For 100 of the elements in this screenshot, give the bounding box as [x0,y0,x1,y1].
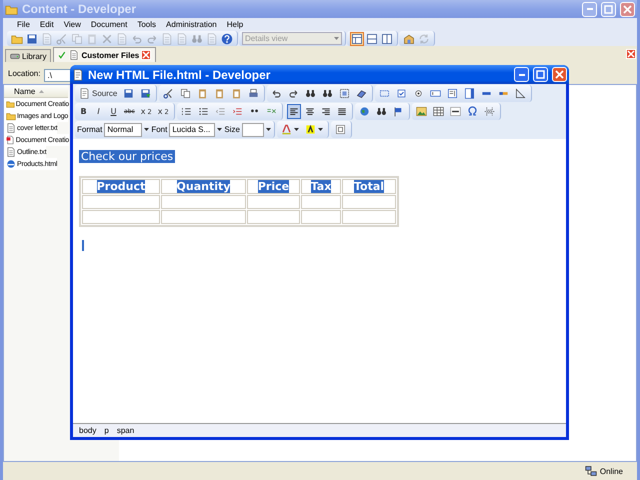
copy-icon[interactable] [180,88,192,99]
minimize-button[interactable] [514,67,529,82]
text-style-button[interactable]: B [77,104,90,119]
close-icon [623,4,632,14]
column-header: Quantity [176,180,230,193]
anchor-icon[interactable] [392,106,404,117]
status-text: Online [600,466,623,476]
minimize-icon [518,74,524,76]
eraser-icon[interactable] [356,88,368,99]
text-style-button[interactable]: I [92,104,105,119]
table-cell [342,210,396,224]
omega-icon[interactable] [466,106,478,117]
indent-icon[interactable] [232,106,243,117]
location-label: Location: [8,68,40,78]
text-file-icon [6,123,16,133]
cut-icon[interactable] [163,88,174,99]
bullet-list-icon[interactable] [198,106,209,117]
close-button[interactable] [620,2,635,16]
size-label: Size [224,125,240,134]
image-icon[interactable] [416,106,427,117]
name-column-header[interactable]: Name [4,85,68,98]
web-page-icon [6,159,16,169]
column-header: Product [96,180,146,193]
numbered-list-icon[interactable] [180,106,192,117]
paste-icon[interactable] [197,88,208,99]
menu-item[interactable]: File [13,20,34,29]
maximize-icon [536,70,545,79]
font-label: Font [151,125,168,134]
form-icon[interactable] [379,88,390,99]
path-item[interactable]: span [116,426,134,435]
layout-icon[interactable] [350,32,364,46]
check-icon [58,50,68,60]
network-icon [584,465,597,477]
table-cell [247,210,300,224]
list-box-icon[interactable] [464,88,476,99]
undo-icon[interactable] [271,88,282,99]
outdent-icon[interactable] [214,106,226,117]
highlight-color-icon[interactable] [304,124,316,135]
maximize-icon [604,4,613,14]
column-header: Price [258,180,290,193]
paste-text-icon[interactable] [214,88,226,99]
redo-icon[interactable] [288,88,300,99]
align-left-icon [288,106,299,116]
close-icon [555,70,564,79]
text-style-button[interactable]: U [107,104,120,119]
text-color-icon[interactable] [280,124,292,135]
close-tab-icon[interactable] [141,50,152,60]
find-icon[interactable] [305,88,316,99]
report-icon [6,135,15,145]
dropdown-arrow-icon[interactable] [144,128,150,131]
rows-icon[interactable] [365,32,379,46]
help-icon[interactable] [220,32,234,46]
menu-item[interactable]: Tools [133,20,160,29]
dropdown-arrow-icon[interactable] [318,128,323,131]
font-dropdown[interactable]: Lucida S... [169,122,216,136]
columns-icon[interactable] [380,32,394,46]
dropdown-arrow-icon[interactable] [217,128,222,131]
minimize-icon [586,8,592,10]
document-icon [72,68,84,80]
table-icon[interactable] [432,106,444,117]
text-area-icon[interactable] [447,88,458,99]
checkbox-icon[interactable] [396,88,408,99]
paste-word-icon[interactable] [231,88,242,99]
path-item[interactable]: p [104,426,109,435]
align-right-icon [320,106,331,116]
tab[interactable]: Customer Files [53,47,156,62]
save-icon[interactable] [123,88,134,99]
window-title: New HTML File.html - Developer [88,68,272,82]
table-cell [301,210,341,224]
dropdown-arrow-icon[interactable] [266,128,271,131]
source-icon [79,88,90,99]
close-panel-icon[interactable] [626,49,636,59]
print-icon[interactable] [248,88,260,99]
menu-item[interactable]: Help [222,20,248,29]
dropdown-arrow-icon[interactable] [294,128,299,131]
format-dropdown[interactable]: Normal [104,122,142,136]
path-item[interactable]: body [79,426,96,435]
location-field[interactable]: .\ [44,68,72,82]
menu-item[interactable]: View [60,20,85,29]
document-icon [69,50,80,60]
menu-item[interactable]: Document [86,20,132,29]
align-left-button[interactable] [286,104,301,119]
replace-icon[interactable] [322,88,334,99]
menu-item[interactable]: Administration [162,20,221,29]
select-all-icon[interactable] [339,88,350,99]
drive-icon [10,51,20,61]
radio-icon[interactable] [413,88,424,99]
column-header: Total [354,180,384,193]
heading-text: Check our prices [79,150,176,163]
text-file-icon [6,147,16,157]
save-as-icon[interactable] [140,88,152,99]
maximize-icon[interactable] [334,124,346,135]
maximize-button[interactable] [533,67,548,82]
text-field-icon[interactable] [430,88,442,99]
text-cursor [82,240,84,251]
tab[interactable]: Library [5,49,52,62]
close-button[interactable] [552,67,567,82]
save-icon[interactable] [25,32,39,46]
menu-item[interactable]: Edit [36,20,58,29]
sort-arrow-icon [39,90,44,92]
